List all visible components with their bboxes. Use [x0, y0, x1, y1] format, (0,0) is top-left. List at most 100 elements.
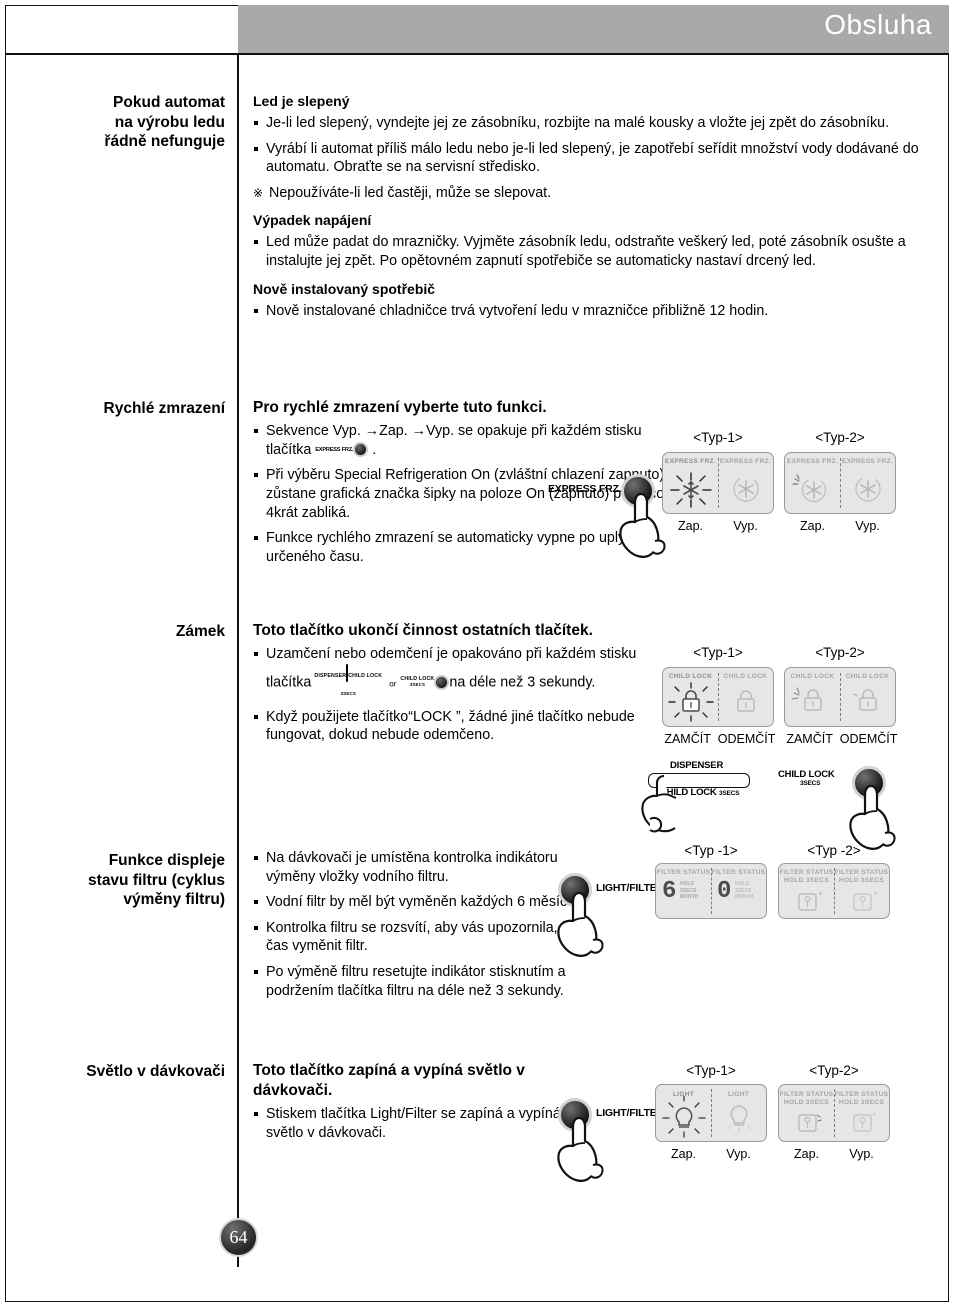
page-title: Obsluha — [824, 9, 932, 40]
label-line: Zámek — [175, 623, 225, 640]
list-item: Stiskem tlačítka Light/Filter se zapíná … — [253, 1105, 573, 1142]
display-panel: LIGHT LIGHT Zap. Vyp. — [655, 1084, 767, 1161]
panel-cell-off: FILTER STATUS HOLD 3SECS * — [834, 864, 889, 918]
panel-cell-on: LIGHT — [656, 1085, 711, 1141]
type-label: <Typ-1> — [686, 1063, 736, 1078]
child-lock-chip-icon: CHILD LOCK 3SECS — [400, 673, 450, 692]
snowflake-dim-icon — [718, 472, 773, 508]
child-lock-secs: 3SECS — [719, 790, 740, 797]
subheading: Toto tlačítko ukončí činnost ostatních t… — [253, 622, 593, 639]
panel-cell-label: ODEMČÍT — [839, 732, 898, 746]
type-label: <Typ -1> — [684, 843, 738, 858]
snowflake-lit-icon — [663, 470, 718, 510]
panel-cell-caption: LIGHT — [727, 1091, 750, 1098]
label-line: Funkce displeje stavu filtru (cyklus vým… — [88, 852, 225, 908]
subheading: Výpadek napájení — [253, 212, 372, 229]
list-item: Na dávkovači je umístěna kontrolka indik… — [253, 849, 603, 886]
subheading: Nově instalovaný spotřebič — [253, 280, 436, 297]
panel-cell-label: Zap. — [677, 519, 703, 533]
panel-cell-6-month: FILTER STATUS 6 HOLD 3SECS MONTH — [656, 864, 711, 918]
button-knob-icon — [434, 674, 450, 690]
panel-cell-label: Zap. — [799, 519, 825, 533]
hand-pointer-icon — [641, 774, 677, 833]
list-item: Uzamčení nebo odemčení je opakováno při … — [253, 645, 653, 701]
button-knob-icon — [353, 442, 369, 458]
label-line: Pokud automat na výrobu ledu řádně nefun… — [104, 94, 225, 150]
panel-cell-caption: EXPRESS FRZ. — [719, 458, 772, 465]
filter-dim-icon: * — [834, 1112, 889, 1138]
panel-cell-off: FILTER STATUS HOLD 3SECS * — [834, 1085, 889, 1141]
type-label: <Typ -2> — [807, 843, 861, 858]
chip-bottom-secs: 3SECS — [340, 691, 356, 697]
panel-cell-label: ODEMČÍT — [717, 732, 776, 746]
panel-cell-on: EXPRESS FRZ. — [785, 453, 840, 513]
panel-cell-locked: CHILD LOCK — [785, 668, 840, 726]
page-number-badge: 64 — [219, 1218, 258, 1257]
type-label: <Typ-2> — [809, 1063, 859, 1078]
lock-spark-icon — [785, 685, 840, 719]
dispenser-label: DISPENSER — [670, 760, 724, 771]
section-label-dispenser-light: Světlo v dávkovači — [20, 1062, 225, 1082]
list-item-text-post: na déle než 3 sekundy. — [449, 673, 596, 690]
section-label-lock: Zámek — [20, 622, 225, 642]
panel-cell-off: EXPRESS FRZ. — [840, 453, 895, 513]
type-label: <Typ-2> — [815, 430, 865, 445]
type-label: <Typ-1> — [693, 430, 743, 445]
chip-top-label: DISPENSER — [314, 672, 347, 679]
panel-cell-caption: EXPRESS FRZ. — [786, 458, 839, 465]
express-freeze-chip-icon: EXPRESS FRZ. — [315, 441, 369, 460]
bullet-list: Stiskem tlačítka Light/Filter se zapíná … — [253, 1105, 573, 1142]
list-item-note: Nepoužíváte-li led častěji, může se slep… — [253, 184, 943, 203]
express-freeze-press-graphic: EXPRESS FRZ. — [548, 470, 668, 558]
svg-text:*: * — [819, 892, 822, 899]
type-label: <Typ-1> — [693, 645, 743, 660]
express-freeze-chip-label: EXPRESS FRZ. — [315, 446, 354, 453]
filter-lit-icon — [779, 1112, 834, 1138]
hand-pointer-icon — [557, 891, 604, 957]
hand-pointer-icon — [557, 1116, 604, 1182]
panel-cell-on: FILTER STATUS HOLD 3SECS * — [779, 864, 834, 918]
panel-cell-on: FILTER STATUS HOLD 3SECS — [779, 1085, 834, 1141]
panel-cell-locked: CHILD LOCK — [663, 668, 718, 726]
subheading: Pro rychlé zmrazení vyberte tuto funkci. — [253, 399, 547, 416]
label-line: Rychlé zmrazení — [103, 400, 225, 417]
panel-cell-label: Vyp. — [855, 519, 880, 533]
section-label-filter-status: Funkce displeje stavu filtru (cyklus vým… — [20, 851, 225, 910]
panel-cell-sub: HOLD 3SECS MONTH — [735, 881, 754, 900]
display-panel: EXPRESS FRZ. EXPRESS FRZ. Zap. Vyp. — [662, 452, 774, 533]
panel-cell-label: Vyp. — [849, 1147, 874, 1161]
svg-text:*: * — [874, 892, 877, 899]
child-lock-secs: 3SECS — [800, 780, 821, 787]
dispenser-child-lock-chip-icon: DISPENSER CHILD LOCK 3SECS — [311, 663, 385, 701]
lock-dim-icon — [718, 686, 773, 720]
section-body-dispenser-light: Toto tlačítko zapíná a vypíná světlo v d… — [253, 1061, 573, 1149]
panel-cell-caption: FILTER STATUS — [656, 869, 711, 876]
panel-cell-caption: CHILD LOCK — [723, 673, 768, 680]
panel-cell-label: Vyp. — [726, 1147, 751, 1161]
lock-lit-icon — [663, 682, 718, 724]
bullet-list: Uzamčení nebo odemčení je opakováno při … — [253, 645, 653, 745]
panel-cell-label: Zap. — [793, 1147, 819, 1161]
panel-cell-label: ZAMČÍT — [786, 732, 833, 746]
panel-cell-caption: CHILD LOCK — [845, 673, 890, 680]
panel-cell-0-month: FILTER STATUS 0 HOLD 3SECS MONTH — [711, 864, 766, 918]
subheading: Led je slepený — [253, 93, 350, 109]
display-panel: FILTER STATUS HOLD 3SECS FILTER STATUS H… — [778, 1084, 890, 1161]
svg-text:*: * — [873, 1113, 876, 1120]
panel-cell-off: EXPRESS FRZ. — [718, 453, 773, 513]
panel-cell-unlocked: CHILD LOCK — [840, 668, 895, 726]
list-item: Led může padat do mrazničky. Vyjměte zás… — [253, 233, 943, 270]
panel-cell-off: LIGHT — [711, 1085, 766, 1141]
type-label: <Typ-2> — [815, 645, 865, 660]
child-lock-label: CHILD LOCK — [778, 769, 835, 780]
header-divider — [5, 53, 949, 55]
bulb-dim-icon — [711, 1101, 766, 1137]
panel-cell-caption: EXPRESS FRZ. — [841, 458, 894, 465]
snowflake-dim-icon — [840, 472, 895, 508]
panel-cell-caption: CHILD LOCK — [668, 673, 713, 680]
dispenser-press-graphic: DISPENSER CHILD LOCK 3SECS — [630, 760, 770, 840]
snowflake-spark-icon — [785, 472, 840, 508]
panel-cell-caption: FILTER STATUS HOLD 3SECS — [779, 869, 834, 884]
bulb-lit-icon — [656, 1096, 711, 1138]
section-body-ice-maker: Led je slepený Je-li led slepený, vyndej… — [253, 92, 943, 327]
